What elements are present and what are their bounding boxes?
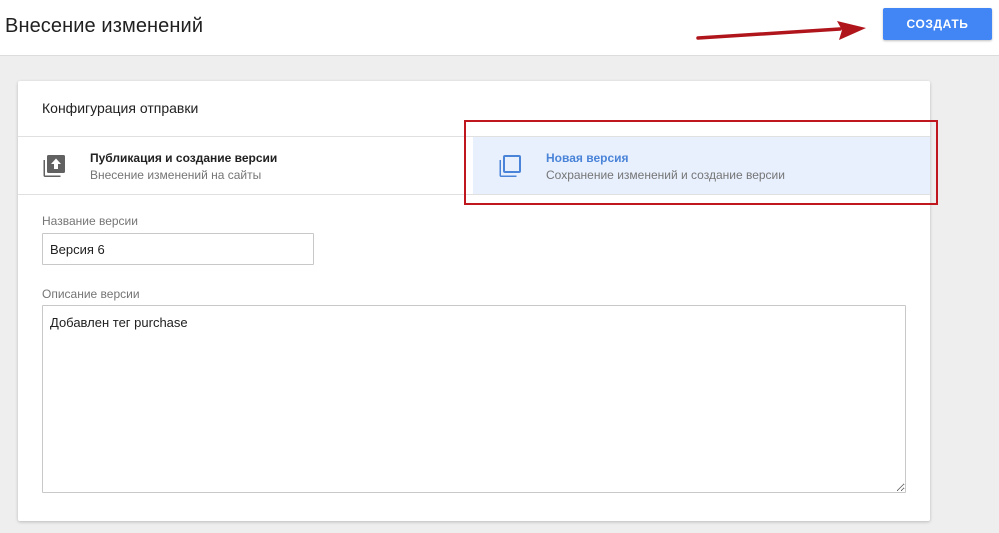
version-description-textarea[interactable]: Добавлен тег purchase bbox=[42, 305, 906, 493]
page-title: Внесение изменений bbox=[5, 15, 204, 37]
card-title: Конфигурация отправки bbox=[42, 100, 199, 116]
version-name-input[interactable] bbox=[42, 233, 314, 265]
submission-config-card: Конфигурация отправки Публикация и созда… bbox=[18, 81, 930, 521]
annotation-arrow bbox=[696, 21, 866, 40]
submission-options: Публикация и создание версии Внесение из… bbox=[18, 136, 930, 195]
option-publish-subtitle: Внесение изменений на сайты bbox=[90, 168, 262, 182]
option-publish-and-create-version[interactable]: Публикация и создание версии Внесение из… bbox=[18, 137, 473, 194]
option-new-version-subtitle: Сохранение изменений и создание версии bbox=[546, 168, 785, 182]
version-description-label: Описание версии bbox=[42, 287, 140, 301]
option-publish-title: Публикация и создание версии bbox=[90, 151, 278, 165]
version-name-label: Название версии bbox=[42, 214, 138, 228]
new-version-icon bbox=[499, 155, 521, 177]
option-new-version-title: Новая версия bbox=[546, 151, 629, 165]
create-button[interactable]: СОЗДАТЬ bbox=[883, 8, 992, 40]
top-header: Внесение изменений СОЗДАТЬ bbox=[0, 0, 999, 56]
option-new-version[interactable]: Новая версия Сохранение изменений и созд… bbox=[473, 137, 930, 194]
publish-upload-icon bbox=[43, 155, 65, 177]
